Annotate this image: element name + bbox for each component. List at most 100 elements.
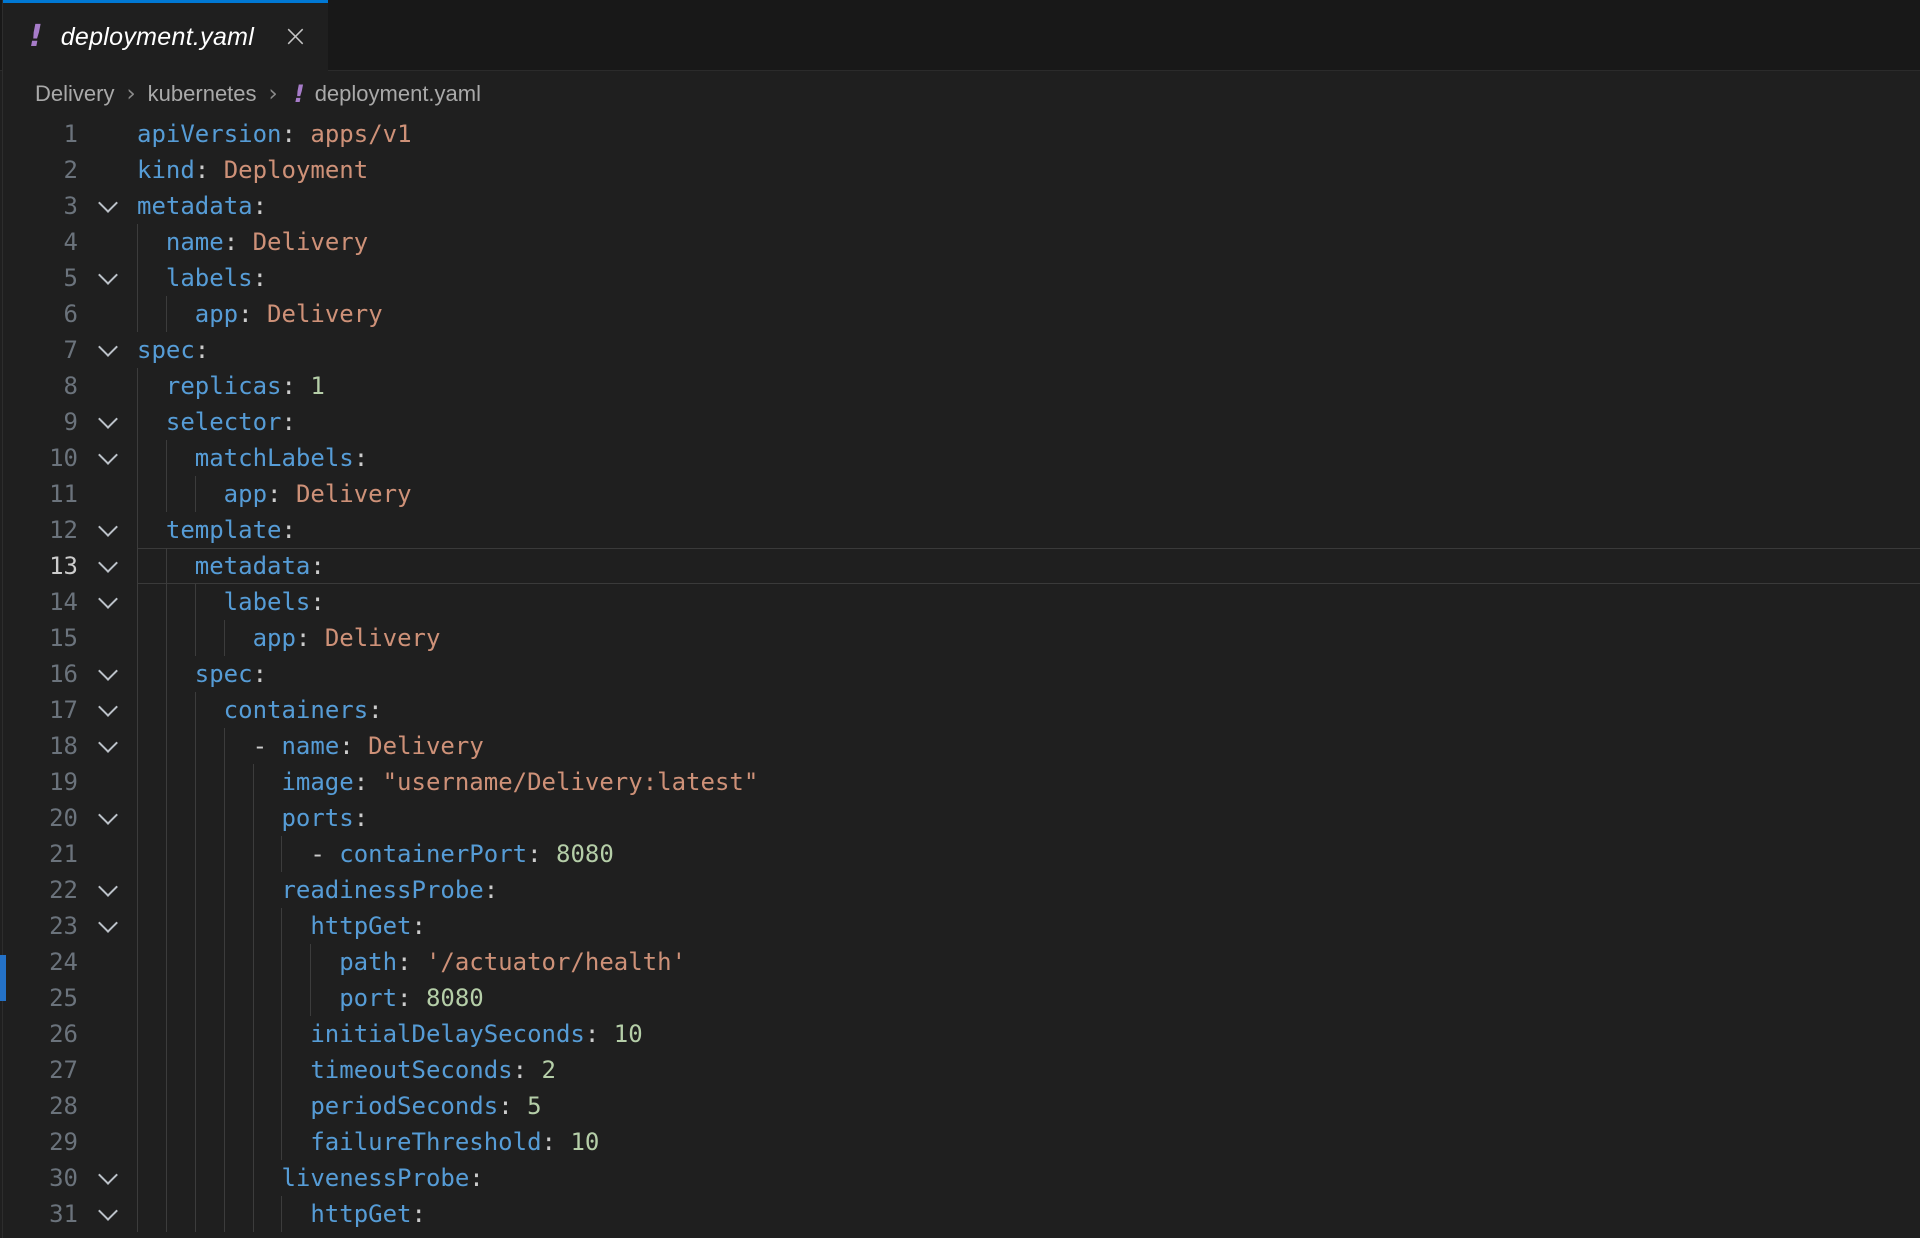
fold-zone[interactable] (78, 332, 137, 368)
line-number[interactable]: 18 (0, 728, 78, 764)
code-line[interactable]: 4name: Delivery (0, 224, 1920, 260)
breadcrumb-item[interactable]: Delivery (35, 81, 114, 107)
line-number[interactable]: 31 (0, 1196, 78, 1232)
fold-zone[interactable] (78, 152, 137, 188)
code-line[interactable]: 16spec: (0, 656, 1920, 692)
chevron-down-icon[interactable] (98, 877, 118, 897)
chevron-down-icon[interactable] (98, 1201, 118, 1221)
line-number[interactable]: 4 (0, 224, 78, 260)
fold-zone[interactable] (78, 404, 137, 440)
fold-zone[interactable] (78, 440, 137, 476)
chevron-down-icon[interactable] (98, 445, 118, 465)
fold-zone[interactable] (78, 548, 137, 584)
code-line[interactable]: 6app: Delivery (0, 296, 1920, 332)
fold-zone[interactable] (78, 1016, 137, 1052)
code-line[interactable]: 11app: Delivery (0, 476, 1920, 512)
fold-zone[interactable] (78, 584, 137, 620)
fold-zone[interactable] (78, 476, 137, 512)
line-number[interactable]: 15 (0, 620, 78, 656)
chevron-down-icon[interactable] (98, 733, 118, 753)
line-number[interactable]: 8 (0, 368, 78, 404)
code-editor[interactable]: 1apiVersion: apps/v12kind: Deployment3me… (0, 116, 1920, 1232)
code-line[interactable]: 22readinessProbe: (0, 872, 1920, 908)
code-line[interactable]: 10matchLabels: (0, 440, 1920, 476)
fold-zone[interactable] (78, 800, 137, 836)
chevron-down-icon[interactable] (98, 697, 118, 717)
code-line[interactable]: 27timeoutSeconds: 2 (0, 1052, 1920, 1088)
line-number[interactable]: 10 (0, 440, 78, 476)
close-tab-icon[interactable]: × (283, 22, 308, 52)
code-line[interactable]: 28periodSeconds: 5 (0, 1088, 1920, 1124)
code-line[interactable]: 17containers: (0, 692, 1920, 728)
code-line[interactable]: 23httpGet: (0, 908, 1920, 944)
fold-zone[interactable] (78, 836, 137, 872)
code-line[interactable]: 3metadata: (0, 188, 1920, 224)
code-line[interactable]: 2kind: Deployment (0, 152, 1920, 188)
code-line[interactable]: 21- containerPort: 8080 (0, 836, 1920, 872)
fold-zone[interactable] (78, 1160, 137, 1196)
breadcrumb-item[interactable]: kubernetes (148, 81, 257, 107)
line-number[interactable]: 2 (0, 152, 78, 188)
code-line[interactable]: 7spec: (0, 332, 1920, 368)
line-number[interactable]: 3 (0, 188, 78, 224)
line-number[interactable]: 16 (0, 656, 78, 692)
chevron-down-icon[interactable] (98, 1165, 118, 1185)
line-number[interactable]: 25 (0, 980, 78, 1016)
line-number[interactable]: 22 (0, 872, 78, 908)
line-number[interactable]: 28 (0, 1088, 78, 1124)
fold-zone[interactable] (78, 512, 137, 548)
line-number[interactable]: 30 (0, 1160, 78, 1196)
line-number[interactable]: 20 (0, 800, 78, 836)
code-line[interactable]: 29failureThreshold: 10 (0, 1124, 1920, 1160)
line-number[interactable]: 24 (0, 944, 78, 980)
code-line[interactable]: 30livenessProbe: (0, 1160, 1920, 1196)
fold-zone[interactable] (78, 944, 137, 980)
chevron-down-icon[interactable] (98, 913, 118, 933)
fold-zone[interactable] (78, 728, 137, 764)
fold-zone[interactable] (78, 908, 137, 944)
code-line[interactable]: 1apiVersion: apps/v1 (0, 116, 1920, 152)
code-line[interactable]: 13metadata: (0, 548, 1920, 584)
fold-zone[interactable] (78, 116, 137, 152)
code-line[interactable]: 26initialDelaySeconds: 10 (0, 1016, 1920, 1052)
breadcrumb-file[interactable]: deployment.yaml (315, 81, 481, 107)
line-number[interactable]: 17 (0, 692, 78, 728)
chevron-down-icon[interactable] (98, 409, 118, 429)
fold-zone[interactable] (78, 620, 137, 656)
line-number[interactable]: 26 (0, 1016, 78, 1052)
fold-zone[interactable] (78, 872, 137, 908)
chevron-down-icon[interactable] (98, 589, 118, 609)
chevron-down-icon[interactable] (98, 265, 118, 285)
line-number[interactable]: 1 (0, 116, 78, 152)
code-line[interactable]: 18- name: Delivery (0, 728, 1920, 764)
code-line[interactable]: 31httpGet: (0, 1196, 1920, 1232)
fold-zone[interactable] (78, 1124, 137, 1160)
tab-deployment-yaml[interactable]: ! deployment.yaml × (3, 0, 328, 71)
chevron-down-icon[interactable] (98, 805, 118, 825)
code-line[interactable]: 19image: "username/Delivery:latest" (0, 764, 1920, 800)
fold-zone[interactable] (78, 296, 137, 332)
line-number[interactable]: 11 (0, 476, 78, 512)
code-line[interactable]: 25port: 8080 (0, 980, 1920, 1016)
line-number[interactable]: 13 (0, 548, 78, 584)
line-number[interactable]: 7 (0, 332, 78, 368)
line-number[interactable]: 23 (0, 908, 78, 944)
fold-zone[interactable] (78, 188, 137, 224)
fold-zone[interactable] (78, 260, 137, 296)
chevron-down-icon[interactable] (98, 337, 118, 357)
chevron-down-icon[interactable] (98, 517, 118, 537)
code-line[interactable]: 12template: (0, 512, 1920, 548)
fold-zone[interactable] (78, 764, 137, 800)
code-line[interactable]: 14labels: (0, 584, 1920, 620)
chevron-down-icon[interactable] (98, 553, 118, 573)
fold-zone[interactable] (78, 368, 137, 404)
line-number[interactable]: 6 (0, 296, 78, 332)
fold-zone[interactable] (78, 656, 137, 692)
fold-zone[interactable] (78, 1088, 137, 1124)
fold-zone[interactable] (78, 1052, 137, 1088)
code-line[interactable]: 9selector: (0, 404, 1920, 440)
line-number[interactable]: 29 (0, 1124, 78, 1160)
line-number[interactable]: 5 (0, 260, 78, 296)
chevron-down-icon[interactable] (98, 661, 118, 681)
line-number[interactable]: 21 (0, 836, 78, 872)
